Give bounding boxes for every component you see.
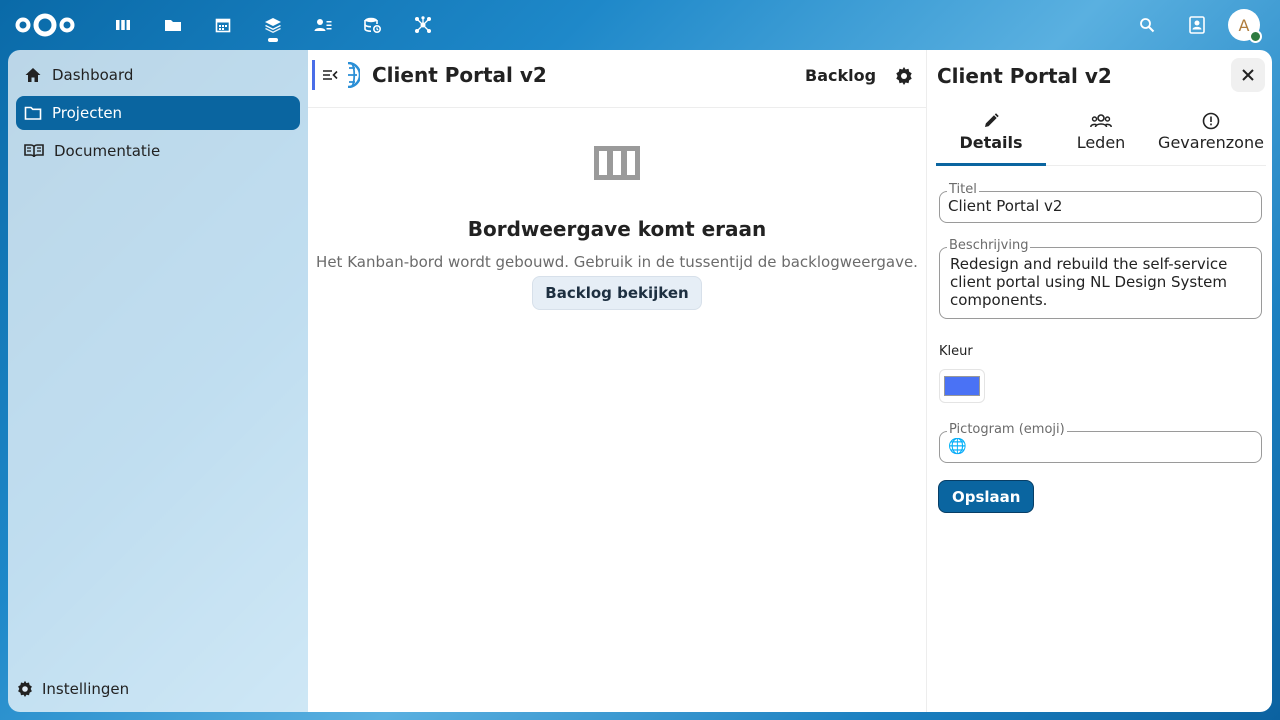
title-input[interactable]: [940, 192, 1261, 220]
description-field-label: Beschrijving: [947, 238, 1031, 254]
title-field: Titel: [939, 182, 1262, 223]
nextcloud-logo-icon[interactable]: [14, 10, 76, 40]
group-icon: [1090, 114, 1112, 128]
tab-leden[interactable]: Leden: [1046, 110, 1156, 166]
color-label: Kleur: [939, 344, 973, 359]
save-button[interactable]: Opslaan: [938, 480, 1035, 513]
color-picker-button[interactable]: [939, 369, 985, 403]
page-title: Client Portal v2: [372, 63, 547, 87]
sidebar-tabs: Details Leden Gevarenzone: [936, 110, 1266, 166]
nav-item-label: Documentatie: [54, 142, 161, 160]
top-header: A: [0, 0, 1280, 50]
tab-label: Details: [959, 133, 1023, 152]
kanban-board-icon: [594, 146, 640, 180]
pencil-icon: [985, 113, 999, 127]
files-app-icon[interactable]: [148, 0, 198, 50]
online-status-icon: [1249, 30, 1262, 43]
contacts-menu-icon[interactable]: [1178, 6, 1216, 44]
tab-gevarenzone[interactable]: Gevarenzone: [1156, 110, 1266, 166]
main-header: Client Portal v2 Backlog: [308, 50, 926, 108]
sidebar-toggle-button[interactable]: [312, 60, 344, 90]
empty-state-title: Bordweergave komt eraan: [467, 217, 767, 241]
network-app-icon[interactable]: [398, 0, 448, 50]
home-icon: [25, 68, 41, 82]
nav-item-dashboard[interactable]: Dashboard: [16, 58, 300, 92]
view-backlog-button[interactable]: Backlog bekijken: [532, 276, 702, 310]
user-avatar[interactable]: A: [1228, 9, 1262, 43]
tab-details[interactable]: Details: [936, 110, 1046, 166]
empty-state: Bordweergave komt eraan Het Kanban-bord …: [308, 146, 926, 310]
calendar-app-icon[interactable]: [198, 0, 248, 50]
nav-item-documentatie[interactable]: Documentatie: [16, 134, 300, 168]
tab-label: Leden: [1076, 133, 1126, 152]
database-app-icon[interactable]: [348, 0, 398, 50]
title-field-label: Titel: [947, 182, 979, 198]
icon-field-label: Pictogram (emoji): [947, 422, 1067, 438]
book-icon: [24, 144, 44, 158]
description-textarea[interactable]: Redesign and rebuild the self-service cl…: [940, 248, 1261, 318]
avatar-initial: A: [1238, 15, 1250, 35]
icon-field: Pictogram (emoji): [939, 422, 1262, 463]
color-swatch: [944, 376, 980, 396]
gear-icon: [18, 680, 32, 697]
description-field: Beschrijving Redesign and rebuild the se…: [939, 238, 1262, 319]
nav-item-label: Projecten: [52, 104, 123, 122]
empty-state-description: Het Kanban-bord wordt gebouwd. Gebruik i…: [316, 253, 918, 271]
settings-label: Instellingen: [42, 680, 130, 698]
deck-app-icon[interactable]: [98, 0, 148, 50]
alert-circle-icon: [1202, 112, 1220, 130]
app-navigation: Dashboard Projecten Documentatie Instell…: [8, 50, 308, 712]
nav-settings[interactable]: Instellingen: [16, 672, 129, 706]
projects-app-icon[interactable]: [248, 0, 298, 50]
app-menu: [98, 0, 448, 50]
close-button[interactable]: [1231, 58, 1265, 92]
contacts-app-icon[interactable]: [298, 0, 348, 50]
details-sidebar: Client Portal v2 Details Leden Gevarenzo…: [926, 50, 1272, 712]
sidebar-title: Client Portal v2: [937, 64, 1112, 88]
nav-item-projecten[interactable]: Projecten: [16, 96, 300, 130]
search-icon[interactable]: [1128, 6, 1166, 44]
folder-icon: [24, 106, 42, 120]
globe-icon: [347, 62, 360, 88]
main-content: Client Portal v2 Backlog Bordweergave ko…: [308, 50, 926, 712]
settings-gear-icon[interactable]: [894, 66, 914, 86]
menu-collapse-icon: [322, 70, 338, 80]
close-icon: [1242, 69, 1254, 81]
backlog-link[interactable]: Backlog: [805, 66, 876, 85]
nav-item-label: Dashboard: [52, 66, 134, 84]
tab-label: Gevarenzone: [1158, 133, 1264, 152]
